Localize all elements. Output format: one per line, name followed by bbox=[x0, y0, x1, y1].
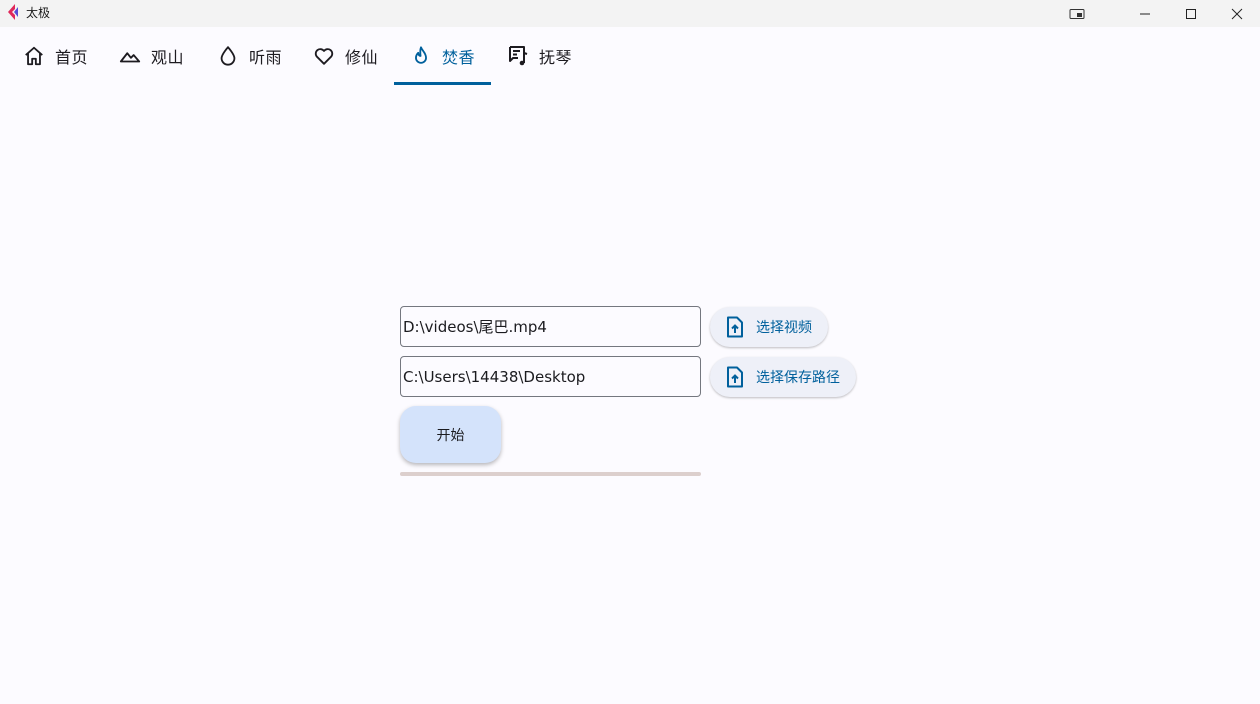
water-drop-icon bbox=[216, 44, 240, 68]
picture-in-picture-button[interactable] bbox=[1054, 0, 1100, 27]
video-path-field[interactable] bbox=[400, 306, 701, 347]
tab-indicator bbox=[394, 82, 491, 85]
heart-icon bbox=[312, 44, 336, 68]
choose-save-path-button[interactable]: 选择保存路径 bbox=[710, 357, 856, 397]
picture-in-picture-icon bbox=[1069, 8, 1085, 19]
tab-mountain[interactable]: 观山 bbox=[118, 27, 184, 85]
video-path-input[interactable] bbox=[403, 317, 700, 336]
start-button[interactable]: 开始 bbox=[400, 406, 501, 463]
progress-bar bbox=[400, 472, 701, 476]
flame-icon bbox=[409, 44, 433, 68]
tab-home[interactable]: 首页 bbox=[22, 27, 88, 85]
app-logo-icon bbox=[8, 4, 18, 20]
mountain-icon bbox=[118, 44, 142, 68]
maximize-icon bbox=[1186, 8, 1196, 19]
close-icon bbox=[1231, 8, 1243, 19]
tab-incense[interactable]: 焚香 bbox=[409, 27, 475, 85]
choose-video-button[interactable]: 选择视频 bbox=[710, 307, 828, 347]
choose-video-label: 选择视频 bbox=[756, 320, 812, 336]
tab-label: 首页 bbox=[55, 48, 89, 67]
file-upload-icon bbox=[724, 366, 746, 388]
tab-label: 抚琴 bbox=[539, 48, 573, 67]
tab-bar: 首页 观山 听雨 修仙 焚香 抚琴 bbox=[0, 27, 1260, 85]
choose-save-path-label: 选择保存路径 bbox=[756, 370, 840, 386]
minimize-icon bbox=[1140, 13, 1150, 14]
maximize-button[interactable] bbox=[1168, 0, 1214, 27]
tab-label: 观山 bbox=[151, 48, 185, 67]
tab-label: 焚香 bbox=[442, 48, 476, 67]
music-note-list-icon bbox=[506, 44, 530, 68]
window-title: 太极 bbox=[26, 6, 51, 20]
save-path-field[interactable] bbox=[400, 356, 701, 397]
tab-cultivate[interactable]: 修仙 bbox=[312, 27, 378, 85]
title-bar: 太极 bbox=[0, 0, 1260, 27]
tab-label: 修仙 bbox=[345, 48, 379, 67]
tab-label: 听雨 bbox=[249, 48, 283, 67]
minimize-button[interactable] bbox=[1122, 0, 1168, 27]
file-upload-icon bbox=[724, 316, 746, 338]
home-icon bbox=[22, 44, 46, 68]
save-path-input[interactable] bbox=[403, 367, 700, 386]
tab-zither[interactable]: 抚琴 bbox=[506, 27, 572, 85]
tab-rain[interactable]: 听雨 bbox=[216, 27, 282, 85]
close-button[interactable] bbox=[1214, 0, 1260, 27]
